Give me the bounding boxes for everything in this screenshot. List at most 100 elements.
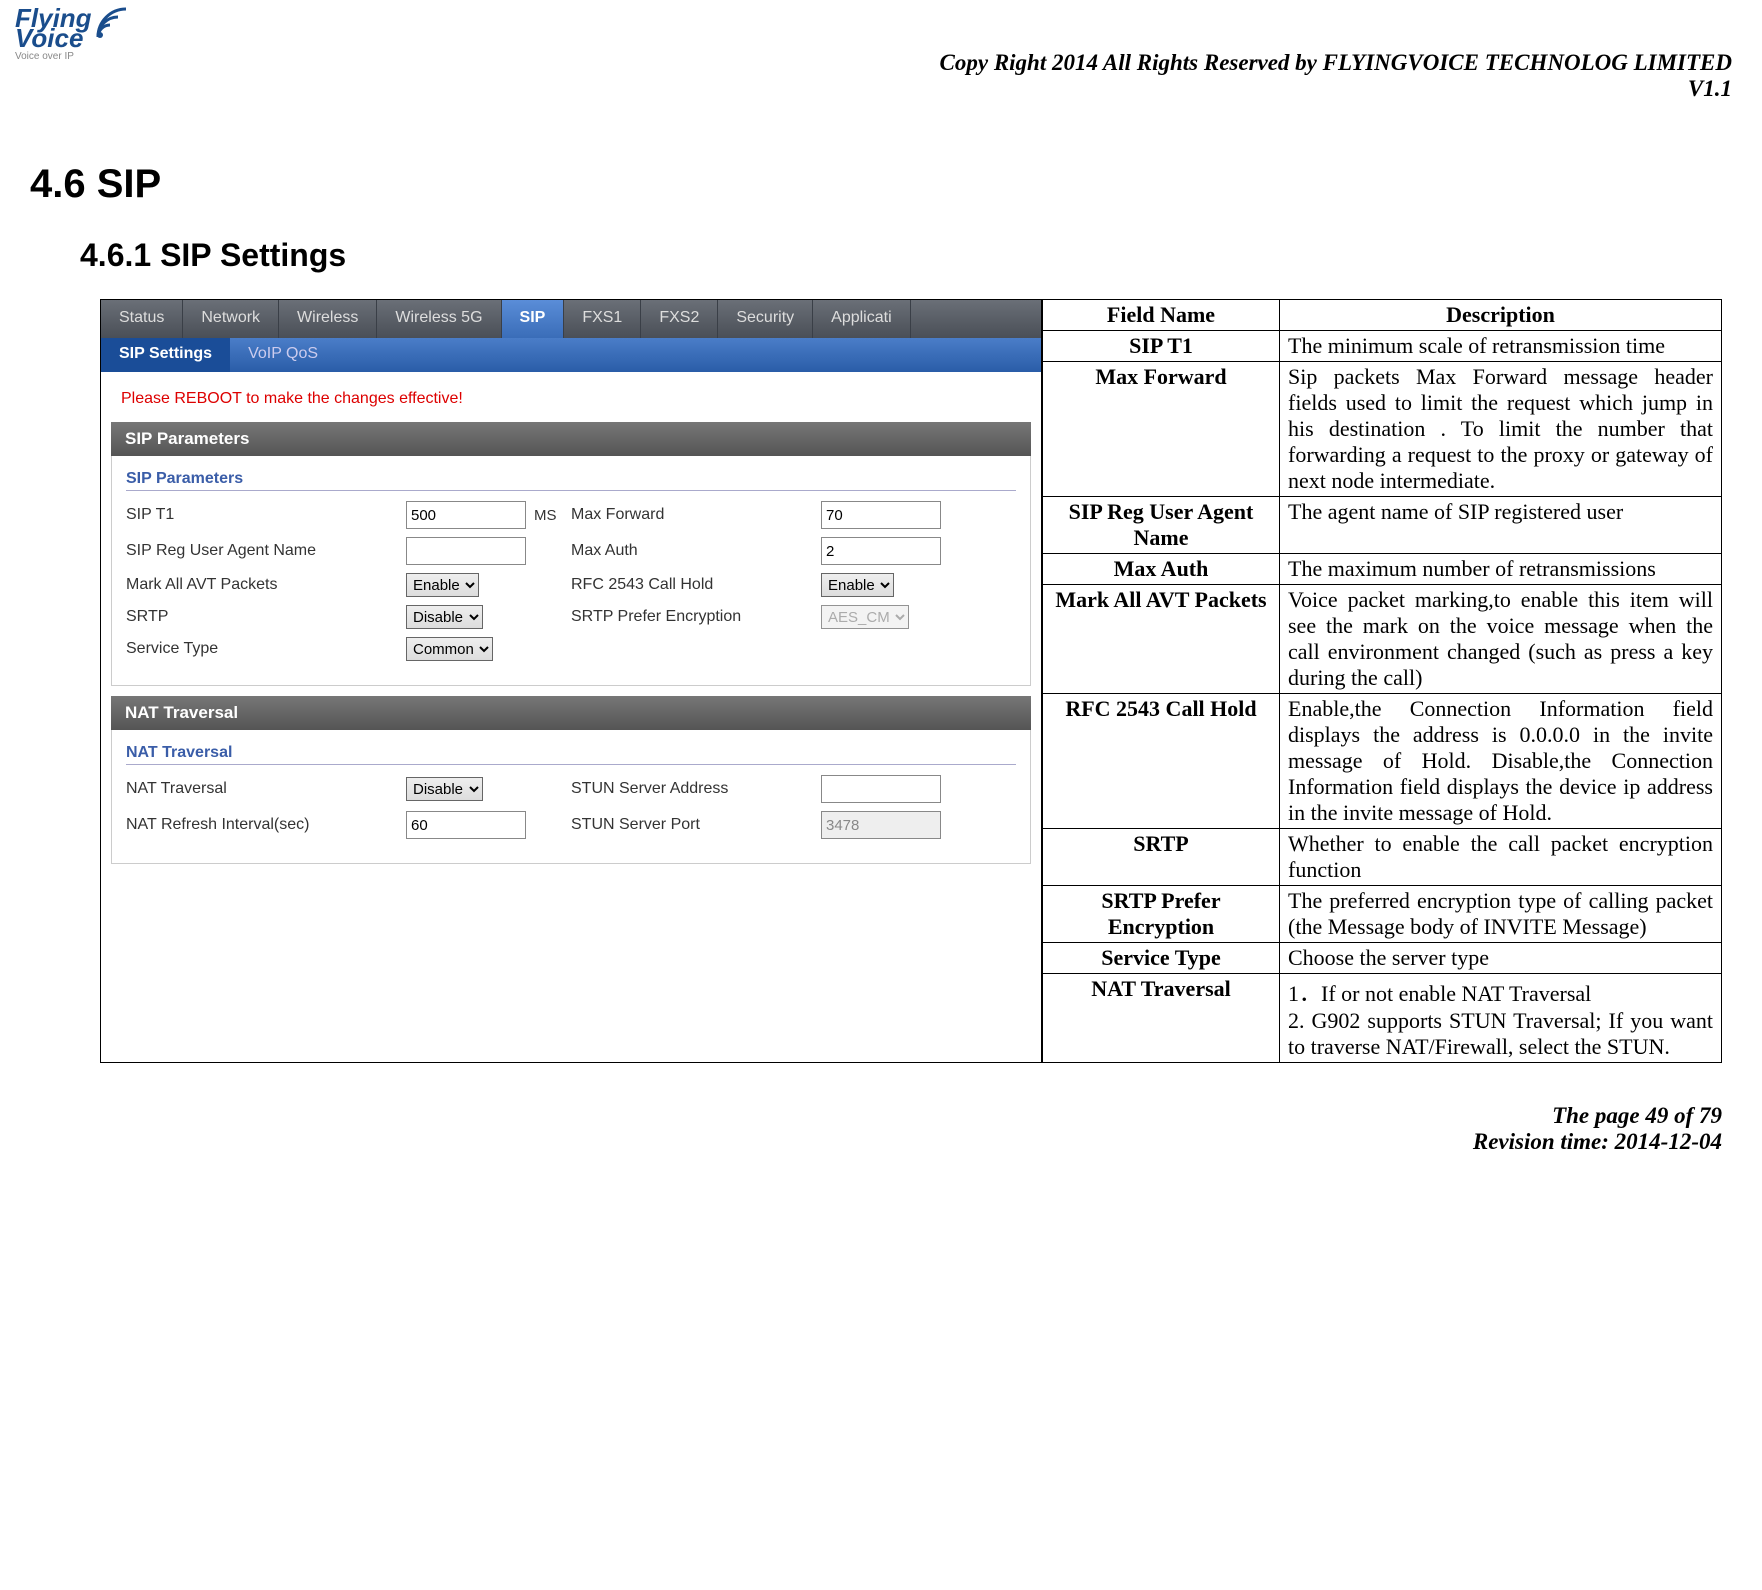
reboot-warning: Please REBOOT to make the changes effect… — [101, 372, 1041, 422]
section-body-sip: SIP Parameters SIP T1 MS Max Forward SIP Re… — [111, 456, 1031, 686]
logo: Flying Voice Voice over IP — [15, 5, 135, 62]
input-sip-t1[interactable] — [406, 501, 526, 529]
desc-field-name: NAT Traversal — [1043, 974, 1280, 1063]
input-nat-traversal[interactable]: Disable — [406, 777, 483, 801]
main-tabbar: StatusNetworkWirelessWireless 5GSIPFXS1F… — [101, 300, 1041, 338]
desc-field-name: Max Auth — [1043, 554, 1280, 585]
heading-1: 4.6 SIP — [30, 162, 1732, 207]
desc-field-desc: 1．If or not enable NAT Traversal2. G902 … — [1280, 974, 1722, 1063]
desc-th-field: Field Name — [1043, 300, 1280, 331]
desc-field-desc: The agent name of SIP registered user — [1280, 497, 1722, 554]
table-row: NAT Traversal1．If or not enable NAT Trav… — [1043, 974, 1722, 1063]
input-sip-reg-user-agent-name[interactable] — [406, 537, 526, 565]
desc-field-desc: Choose the server type — [1280, 943, 1722, 974]
input-stun-server-address[interactable] — [821, 775, 941, 803]
table-row: Service TypeChoose the server type — [1043, 943, 1722, 974]
legend-sip: SIP Parameters — [126, 470, 1016, 491]
footer: The page 49 of 79 Revision time: 2014-12… — [30, 1103, 1722, 1155]
footer-revision: Revision time: 2014-12-04 — [30, 1129, 1722, 1155]
input-max-forward[interactable] — [821, 501, 941, 529]
table-row: SRTP Prefer EncryptionThe preferred encr… — [1043, 886, 1722, 943]
table-row: SRTPWhether to enable the call packet en… — [1043, 829, 1722, 886]
form-row: SIP Reg User Agent Name Max Auth — [126, 537, 1016, 565]
desc-field-name: RFC 2543 Call Hold — [1043, 694, 1280, 829]
copyright-text: Copy Right 2014 All Rights Reserved by F… — [30, 50, 1732, 76]
desc-field-desc: The preferred encryption type of calling… — [1280, 886, 1722, 943]
tab-sip[interactable]: SIP — [502, 300, 565, 338]
tab-network[interactable]: Network — [183, 300, 279, 338]
section-header-sip: SIP Parameters — [111, 422, 1031, 456]
form-suffix: MS — [534, 507, 557, 524]
tab-wireless-5g[interactable]: Wireless 5G — [377, 300, 501, 338]
desc-field-desc: Voice packet marking,to enable this item… — [1280, 585, 1722, 694]
form-label: SIP T1 — [126, 506, 406, 524]
form-label: SRTP — [126, 608, 406, 626]
input-service-type[interactable]: Common — [406, 637, 493, 661]
desc-th-desc: Description — [1280, 300, 1722, 331]
subtab-sip-settings[interactable]: SIP Settings — [101, 338, 230, 372]
input-nat-refresh-interval-sec-[interactable] — [406, 811, 526, 839]
input-rfc-2543-call-hold[interactable]: Enable — [821, 573, 894, 597]
desc-field-name: Max Forward — [1043, 362, 1280, 497]
form-label: STUN Server Port — [571, 816, 821, 834]
tab-fxs1[interactable]: FXS1 — [564, 300, 641, 338]
sub-tabbar: SIP SettingsVoIP QoS — [101, 338, 1041, 372]
form-label: SRTP Prefer Encryption — [571, 608, 821, 626]
section-header-nat: NAT Traversal — [111, 696, 1031, 730]
desc-field-name: Service Type — [1043, 943, 1280, 974]
wifi-icon — [94, 5, 130, 41]
tab-status[interactable]: Status — [101, 300, 183, 338]
table-row: Mark All AVT PacketsVoice packet marking… — [1043, 585, 1722, 694]
input-max-auth[interactable] — [821, 537, 941, 565]
logo-text-bottom: Voice — [15, 25, 92, 51]
form-row: SIP T1 MS Max Forward — [126, 501, 1016, 529]
table-row: SIP Reg User Agent NameThe agent name of… — [1043, 497, 1722, 554]
section-body-nat: NAT Traversal NAT TraversalDisableSTUN S… — [111, 730, 1031, 864]
tab-fxs2[interactable]: FXS2 — [641, 300, 718, 338]
form-label: NAT Refresh Interval(sec) — [126, 816, 406, 834]
form-label: RFC 2543 Call Hold — [571, 576, 821, 594]
desc-field-desc: Enable,the Connection Information field … — [1280, 694, 1722, 829]
form-row: NAT TraversalDisable STUN Server Address — [126, 775, 1016, 803]
form-row: SRTPDisable SRTP Prefer EncryptionAES_CM — [126, 605, 1016, 629]
footer-page: The page 49 of 79 — [30, 1103, 1722, 1129]
form-label: Max Auth — [571, 542, 821, 560]
form-label: Max Forward — [571, 506, 821, 524]
input-srtp[interactable]: Disable — [406, 605, 483, 629]
desc-field-name: SIP T1 — [1043, 331, 1280, 362]
tab-security[interactable]: Security — [718, 300, 813, 338]
desc-field-desc: The minimum scale of retransmission time — [1280, 331, 1722, 362]
form-label: STUN Server Address — [571, 780, 821, 798]
input-stun-server-port — [821, 811, 941, 839]
tab-wireless[interactable]: Wireless — [279, 300, 377, 338]
table-row: Max AuthThe maximum number of retransmis… — [1043, 554, 1722, 585]
table-row: Max ForwardSip packets Max Forward messa… — [1043, 362, 1722, 497]
form-label: Service Type — [126, 640, 406, 658]
subtab-voip-qos[interactable]: VoIP QoS — [230, 338, 336, 372]
table-row: SIP T1The minimum scale of retransmissio… — [1043, 331, 1722, 362]
screenshot-panel: StatusNetworkWirelessWireless 5GSIPFXS1F… — [100, 299, 1042, 1063]
desc-field-name: SIP Reg User Agent Name — [1043, 497, 1280, 554]
form-row: Service TypeCommon — [126, 637, 1016, 661]
desc-field-name: SRTP Prefer Encryption — [1043, 886, 1280, 943]
form-label: Mark All AVT Packets — [126, 576, 406, 594]
form-label: SIP Reg User Agent Name — [126, 542, 406, 560]
legend-nat: NAT Traversal — [126, 744, 1016, 765]
description-column: Field Name Description SIP T1The minimum… — [1042, 299, 1722, 1063]
form-label: NAT Traversal — [126, 780, 406, 798]
header-copyright-block: Copy Right 2014 All Rights Reserved by F… — [30, 50, 1732, 102]
version-text: V1.1 — [30, 76, 1732, 102]
input-srtp-prefer-encryption: AES_CM — [821, 605, 909, 629]
desc-field-name: Mark All AVT Packets — [1043, 585, 1280, 694]
table-row: RFC 2543 Call HoldEnable,the Connection … — [1043, 694, 1722, 829]
desc-field-desc: Sip packets Max Forward message header f… — [1280, 362, 1722, 497]
heading-2: 4.6.1 SIP Settings — [80, 237, 1732, 274]
form-row: Mark All AVT PacketsEnableRFC 2543 Call … — [126, 573, 1016, 597]
input-mark-all-avt-packets[interactable]: Enable — [406, 573, 479, 597]
tab-applicati[interactable]: Applicati — [813, 300, 910, 338]
form-row: NAT Refresh Interval(sec) STUN Server Por… — [126, 811, 1016, 839]
desc-field-desc: Whether to enable the call packet encryp… — [1280, 829, 1722, 886]
description-table: Field Name Description SIP T1The minimum… — [1042, 299, 1722, 1063]
desc-field-desc: The maximum number of retransmissions — [1280, 554, 1722, 585]
desc-field-name: SRTP — [1043, 829, 1280, 886]
